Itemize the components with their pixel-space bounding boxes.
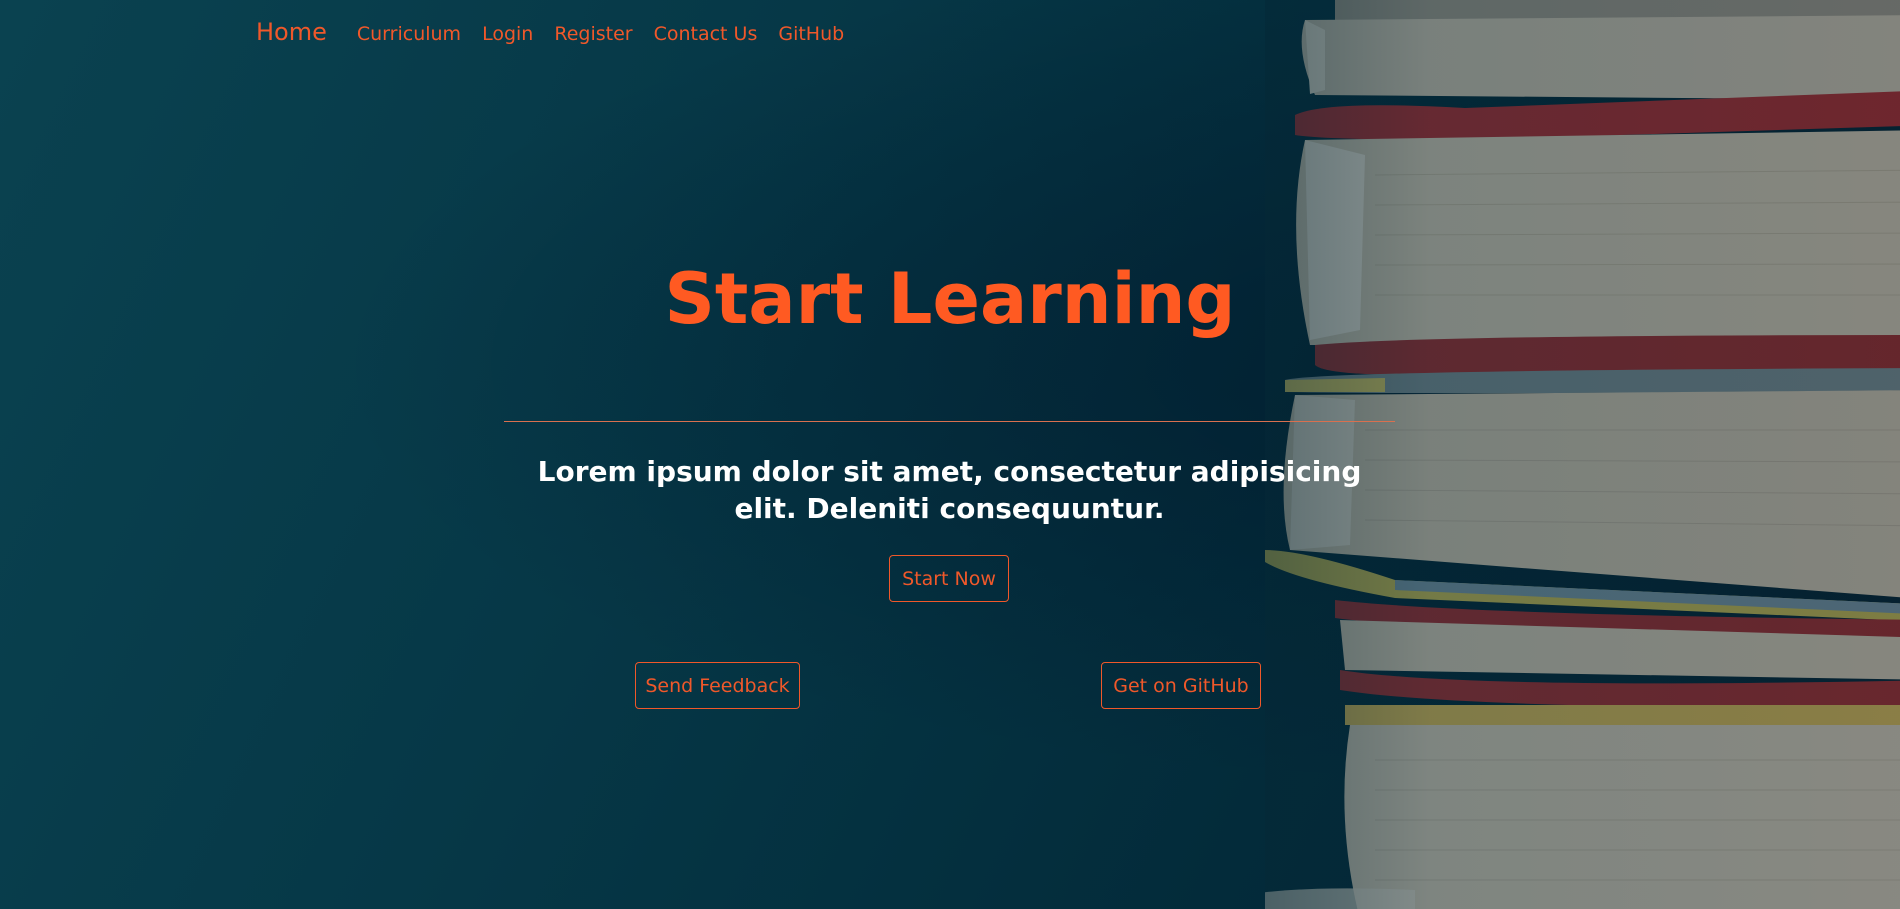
nav-home-link[interactable]: Home xyxy=(256,18,327,46)
nav-link-contact-us[interactable]: Contact Us xyxy=(654,23,758,45)
hero-title: Start Learning xyxy=(664,258,1236,340)
hero-lead-text: Lorem ipsum dolor sit amet, consectetur … xyxy=(537,455,1362,525)
top-nav: Home Curriculum Login Register Contact U… xyxy=(256,18,865,46)
nav-link-register[interactable]: Register xyxy=(554,23,632,45)
nav-link-github[interactable]: GitHub xyxy=(778,23,844,45)
hero-divider xyxy=(504,421,1395,422)
start-now-button[interactable]: Start Now xyxy=(889,555,1009,602)
send-feedback-button[interactable]: Send Feedback xyxy=(635,662,800,709)
nav-link-curriculum[interactable]: Curriculum xyxy=(357,23,461,45)
nav-link-login[interactable]: Login xyxy=(482,23,533,45)
get-on-github-button[interactable]: Get on GitHub xyxy=(1101,662,1261,709)
hero-section: Home Curriculum Login Register Contact U… xyxy=(0,0,1900,909)
